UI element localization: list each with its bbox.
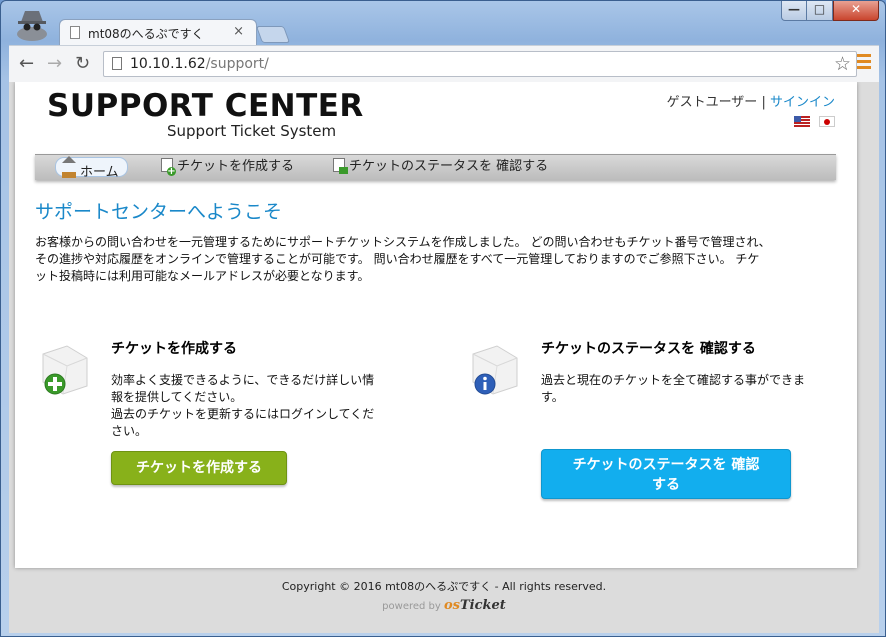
sign-in-link[interactable]: サインイン bbox=[770, 95, 835, 110]
tab-close-icon[interactable]: × bbox=[233, 24, 244, 39]
new-ticket-icon bbox=[42, 345, 88, 395]
minimize-button[interactable]: — bbox=[781, 1, 807, 21]
url-text[interactable]: 10.10.1.62/support/ bbox=[130, 56, 269, 72]
tab-title: mt08のへるぷですく bbox=[88, 27, 204, 41]
nav-item-check-status[interactable]: チケットのステータスを 確認する bbox=[333, 158, 548, 176]
guest-user-label: ゲストユーザー bbox=[666, 95, 758, 110]
logo-subtitle: Support Ticket System bbox=[167, 122, 337, 140]
browser-tab[interactable]: mt08のへるぷですく × bbox=[59, 19, 257, 45]
ja-flag-icon[interactable] bbox=[819, 116, 835, 127]
check-status-description: 過去と現在のチケットを全て確認する事ができま す。 bbox=[541, 373, 806, 404]
back-icon[interactable]: ← bbox=[19, 53, 34, 74]
document-add-icon bbox=[161, 158, 176, 176]
osticket-logo[interactable]: osTicket bbox=[444, 598, 506, 613]
home-icon bbox=[62, 156, 76, 178]
new-tab-button[interactable] bbox=[255, 26, 291, 43]
page-viewport: SUPPORT CENTER Support Ticket System ゲスト… bbox=[9, 82, 879, 633]
forward-icon[interactable]: → bbox=[47, 53, 62, 74]
reload-icon[interactable]: ↻ bbox=[75, 53, 90, 74]
bookmark-star-icon[interactable]: ☆ bbox=[834, 53, 851, 75]
page-container: SUPPORT CENTER Support Ticket System ゲスト… bbox=[15, 82, 857, 568]
address-bar[interactable]: 10.10.1.62/support/ ☆ bbox=[103, 51, 857, 77]
open-ticket-description: 効率よく支援できるように、できるだけ詳しい情 報を提供してください。 過去のチケ… bbox=[111, 373, 375, 438]
page-icon bbox=[112, 57, 122, 70]
browser-window: mt08のへるぷですく × — □ ✕ ← → ↻ 10.10.1.62/sup… bbox=[0, 0, 886, 637]
nav-item-home[interactable]: ホーム bbox=[55, 156, 128, 180]
check-status-heading: チケットのステータスを 確認する bbox=[541, 341, 756, 357]
open-ticket-button[interactable]: チケットを作成する bbox=[111, 451, 287, 485]
page-icon bbox=[70, 26, 80, 39]
close-button[interactable]: ✕ bbox=[833, 1, 879, 21]
ticket-info-icon bbox=[472, 345, 518, 395]
document-status-icon bbox=[333, 158, 348, 174]
check-status-button[interactable]: チケットのステータスを 確認 する bbox=[541, 449, 791, 499]
language-flags bbox=[790, 116, 835, 135]
user-bar: ゲストユーザー | サインイン bbox=[666, 95, 835, 110]
open-ticket-heading: チケットを作成する bbox=[111, 341, 237, 357]
maximize-button[interactable]: □ bbox=[807, 1, 833, 21]
browser-toolbar: ← → ↻ 10.10.1.62/support/ ☆ bbox=[9, 45, 879, 82]
main-nav: ホーム チケットを作成する チケットのステータスを 確認する bbox=[35, 154, 836, 180]
page-title: サポートセンターへようこそ bbox=[35, 201, 283, 223]
browser-menu-icon[interactable] bbox=[857, 54, 871, 72]
intro-text: お客様からの問い合わせを一元管理するためにサポートチケットシステムを作成しました… bbox=[35, 235, 771, 283]
powered-by[interactable]: powered by osTicket bbox=[9, 598, 879, 613]
footer-copyright: Copyright © 2016 mt08のへるぷですく - All right… bbox=[281, 580, 607, 593]
logo-title[interactable]: SUPPORT CENTER bbox=[47, 88, 364, 124]
en-us-flag-icon[interactable] bbox=[793, 116, 810, 127]
incognito-icon bbox=[17, 11, 47, 41]
nav-item-open-ticket[interactable]: チケットを作成する bbox=[161, 158, 294, 176]
